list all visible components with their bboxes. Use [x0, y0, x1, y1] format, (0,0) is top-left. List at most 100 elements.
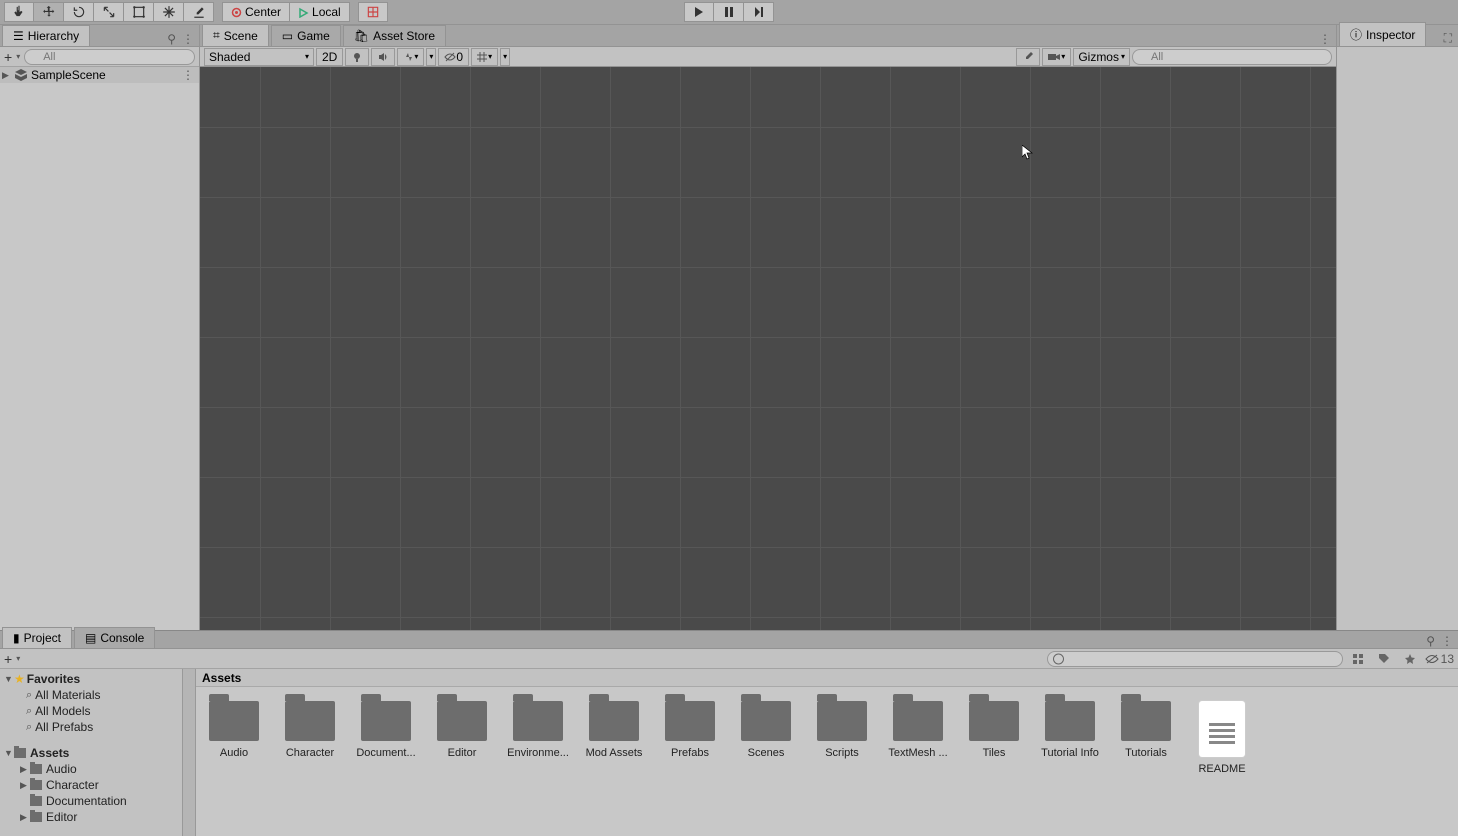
context-menu-icon[interactable]: ⋮: [182, 32, 193, 46]
inspector-tab[interactable]: ⓘInspector: [1339, 22, 1426, 46]
shading-label: Shaded: [209, 50, 250, 64]
grid-dropdown[interactable]: ▾: [500, 48, 510, 66]
asset-item[interactable]: Scripts: [810, 701, 874, 775]
hierarchy-search-wrap: [24, 49, 195, 65]
favorite-filter[interactable]: [1399, 650, 1421, 668]
add-button[interactable]: +: [4, 651, 12, 667]
scene-context-menu[interactable]: ⋮: [182, 68, 199, 82]
editor-row[interactable]: ▶Editor: [0, 809, 195, 825]
grid-toggle[interactable]: ▾: [471, 48, 498, 66]
effects-toggle[interactable]: ▾: [397, 48, 424, 66]
hierarchy-search-input[interactable]: [24, 49, 195, 65]
asset-item[interactable]: Prefabs: [658, 701, 722, 775]
move-tool[interactable]: [34, 2, 64, 22]
breadcrumb[interactable]: Assets: [196, 669, 1458, 687]
tab-game[interactable]: ▭Game: [271, 25, 341, 46]
audio-row[interactable]: ▶Audio: [0, 761, 195, 777]
hierarchy-toolbar: + ▾: [0, 47, 199, 67]
asset-item[interactable]: Audio: [202, 701, 266, 775]
camera-settings[interactable]: ▾: [1042, 48, 1071, 66]
shading-dropdown[interactable]: Shaded▾: [204, 48, 314, 66]
expand-arrow-icon[interactable]: ▶: [2, 70, 14, 81]
scene-icon: ⌗: [213, 28, 220, 43]
inspector-tab-label: Inspector: [1366, 28, 1415, 42]
transform-tool[interactable]: [154, 2, 184, 22]
asset-item[interactable]: Mod Assets: [582, 701, 646, 775]
rect-tool[interactable]: [124, 2, 154, 22]
folder-icon: ▮: [13, 631, 20, 645]
asset-label: Tutorial Info: [1038, 747, 1102, 759]
scene-row[interactable]: ▶ SampleScene ⋮: [0, 67, 199, 83]
asset-item[interactable]: Character: [278, 701, 342, 775]
asset-item[interactable]: TextMesh ...: [886, 701, 950, 775]
step-button[interactable]: [744, 2, 774, 22]
asset-item[interactable]: Tutorial Info: [1038, 701, 1102, 775]
asset-label: Scenes: [734, 747, 798, 759]
all-models-row[interactable]: ⌕All Models: [0, 703, 195, 719]
scene-canvas[interactable]: [200, 67, 1336, 630]
gizmos-dropdown[interactable]: Gizmos▾: [1073, 48, 1130, 66]
asset-item[interactable]: Tutorials: [1114, 701, 1178, 775]
folder-icon: [30, 796, 42, 806]
folder-icon: [1045, 701, 1095, 741]
add-dropdown-icon[interactable]: ▾: [16, 52, 20, 61]
audio-toggle[interactable]: [371, 48, 395, 66]
context-menu-icon[interactable]: ⋮: [1441, 634, 1452, 648]
character-row[interactable]: ▶Character: [0, 777, 195, 793]
character-label: Character: [46, 778, 99, 792]
search-by-type[interactable]: [1347, 650, 1369, 668]
assets-root-row[interactable]: ▼Assets: [0, 745, 195, 761]
all-prefabs-row[interactable]: ⌕All Prefabs: [0, 719, 195, 735]
pivot-local-button[interactable]: Local: [290, 2, 350, 22]
lock-icon[interactable]: ⚲: [1426, 634, 1435, 648]
play-button[interactable]: [684, 2, 714, 22]
pause-button[interactable]: [714, 2, 744, 22]
tab-project[interactable]: ▮Project: [2, 627, 72, 648]
asset-label: Tutorials: [1114, 747, 1178, 759]
pivot-center-button[interactable]: Center: [222, 2, 290, 22]
maximize-icon[interactable]: ⛶: [1444, 31, 1452, 46]
snap-tool[interactable]: [358, 2, 388, 22]
console-icon: ▤: [85, 631, 96, 645]
asset-label: README: [1190, 763, 1254, 775]
scene-name-label: SampleScene: [31, 68, 106, 82]
all-materials-row[interactable]: ⌕All Materials: [0, 687, 195, 703]
scene-search-input[interactable]: [1132, 49, 1332, 65]
asset-item[interactable]: Document...: [354, 701, 418, 775]
tools-settings[interactable]: [1016, 48, 1040, 66]
asset-item[interactable]: Editor: [430, 701, 494, 775]
2d-toggle[interactable]: 2D: [316, 48, 343, 66]
add-button[interactable]: +: [4, 49, 12, 65]
all-models-label: All Models: [35, 704, 90, 718]
tab-asset-store[interactable]: 🛍Asset Store: [343, 25, 446, 46]
assets-root-label: Assets: [30, 746, 69, 760]
asset-item[interactable]: README: [1190, 701, 1254, 775]
hidden-items[interactable]: 13: [1425, 652, 1454, 666]
tab-asset-store-label: Asset Store: [373, 29, 435, 43]
hand-tool[interactable]: [4, 2, 34, 22]
tab-console[interactable]: ▤Console: [74, 627, 155, 648]
hierarchy-tab-bar: ☰ Hierarchy ⚲ ⋮: [0, 25, 199, 47]
breadcrumb-label: Assets: [202, 671, 241, 685]
asset-item[interactable]: Scenes: [734, 701, 798, 775]
cursor-icon: [1022, 145, 1034, 161]
search-by-label[interactable]: [1373, 650, 1395, 668]
lighting-toggle[interactable]: [345, 48, 369, 66]
custom-tool[interactable]: [184, 2, 214, 22]
context-menu-icon[interactable]: ⋮: [1319, 32, 1330, 46]
effects-dropdown[interactable]: ▾: [426, 48, 436, 66]
documentation-row[interactable]: Documentation: [0, 793, 195, 809]
hidden-objects[interactable]: 0: [438, 48, 469, 66]
lock-icon[interactable]: ⚲: [167, 32, 176, 46]
inspector-panel: ⓘInspector ⛶: [1336, 25, 1458, 630]
rotate-tool[interactable]: [64, 2, 94, 22]
asset-item[interactable]: Environme...: [506, 701, 570, 775]
all-materials-label: All Materials: [35, 688, 100, 702]
project-search-input[interactable]: [1047, 651, 1343, 667]
add-dropdown-icon[interactable]: ▾: [16, 654, 20, 663]
scale-tool[interactable]: [94, 2, 124, 22]
favorites-row[interactable]: ▼★Favorites: [0, 671, 195, 687]
hierarchy-tab[interactable]: ☰ Hierarchy: [2, 25, 90, 46]
tab-scene[interactable]: ⌗Scene: [202, 24, 269, 46]
asset-item[interactable]: Tiles: [962, 701, 1026, 775]
